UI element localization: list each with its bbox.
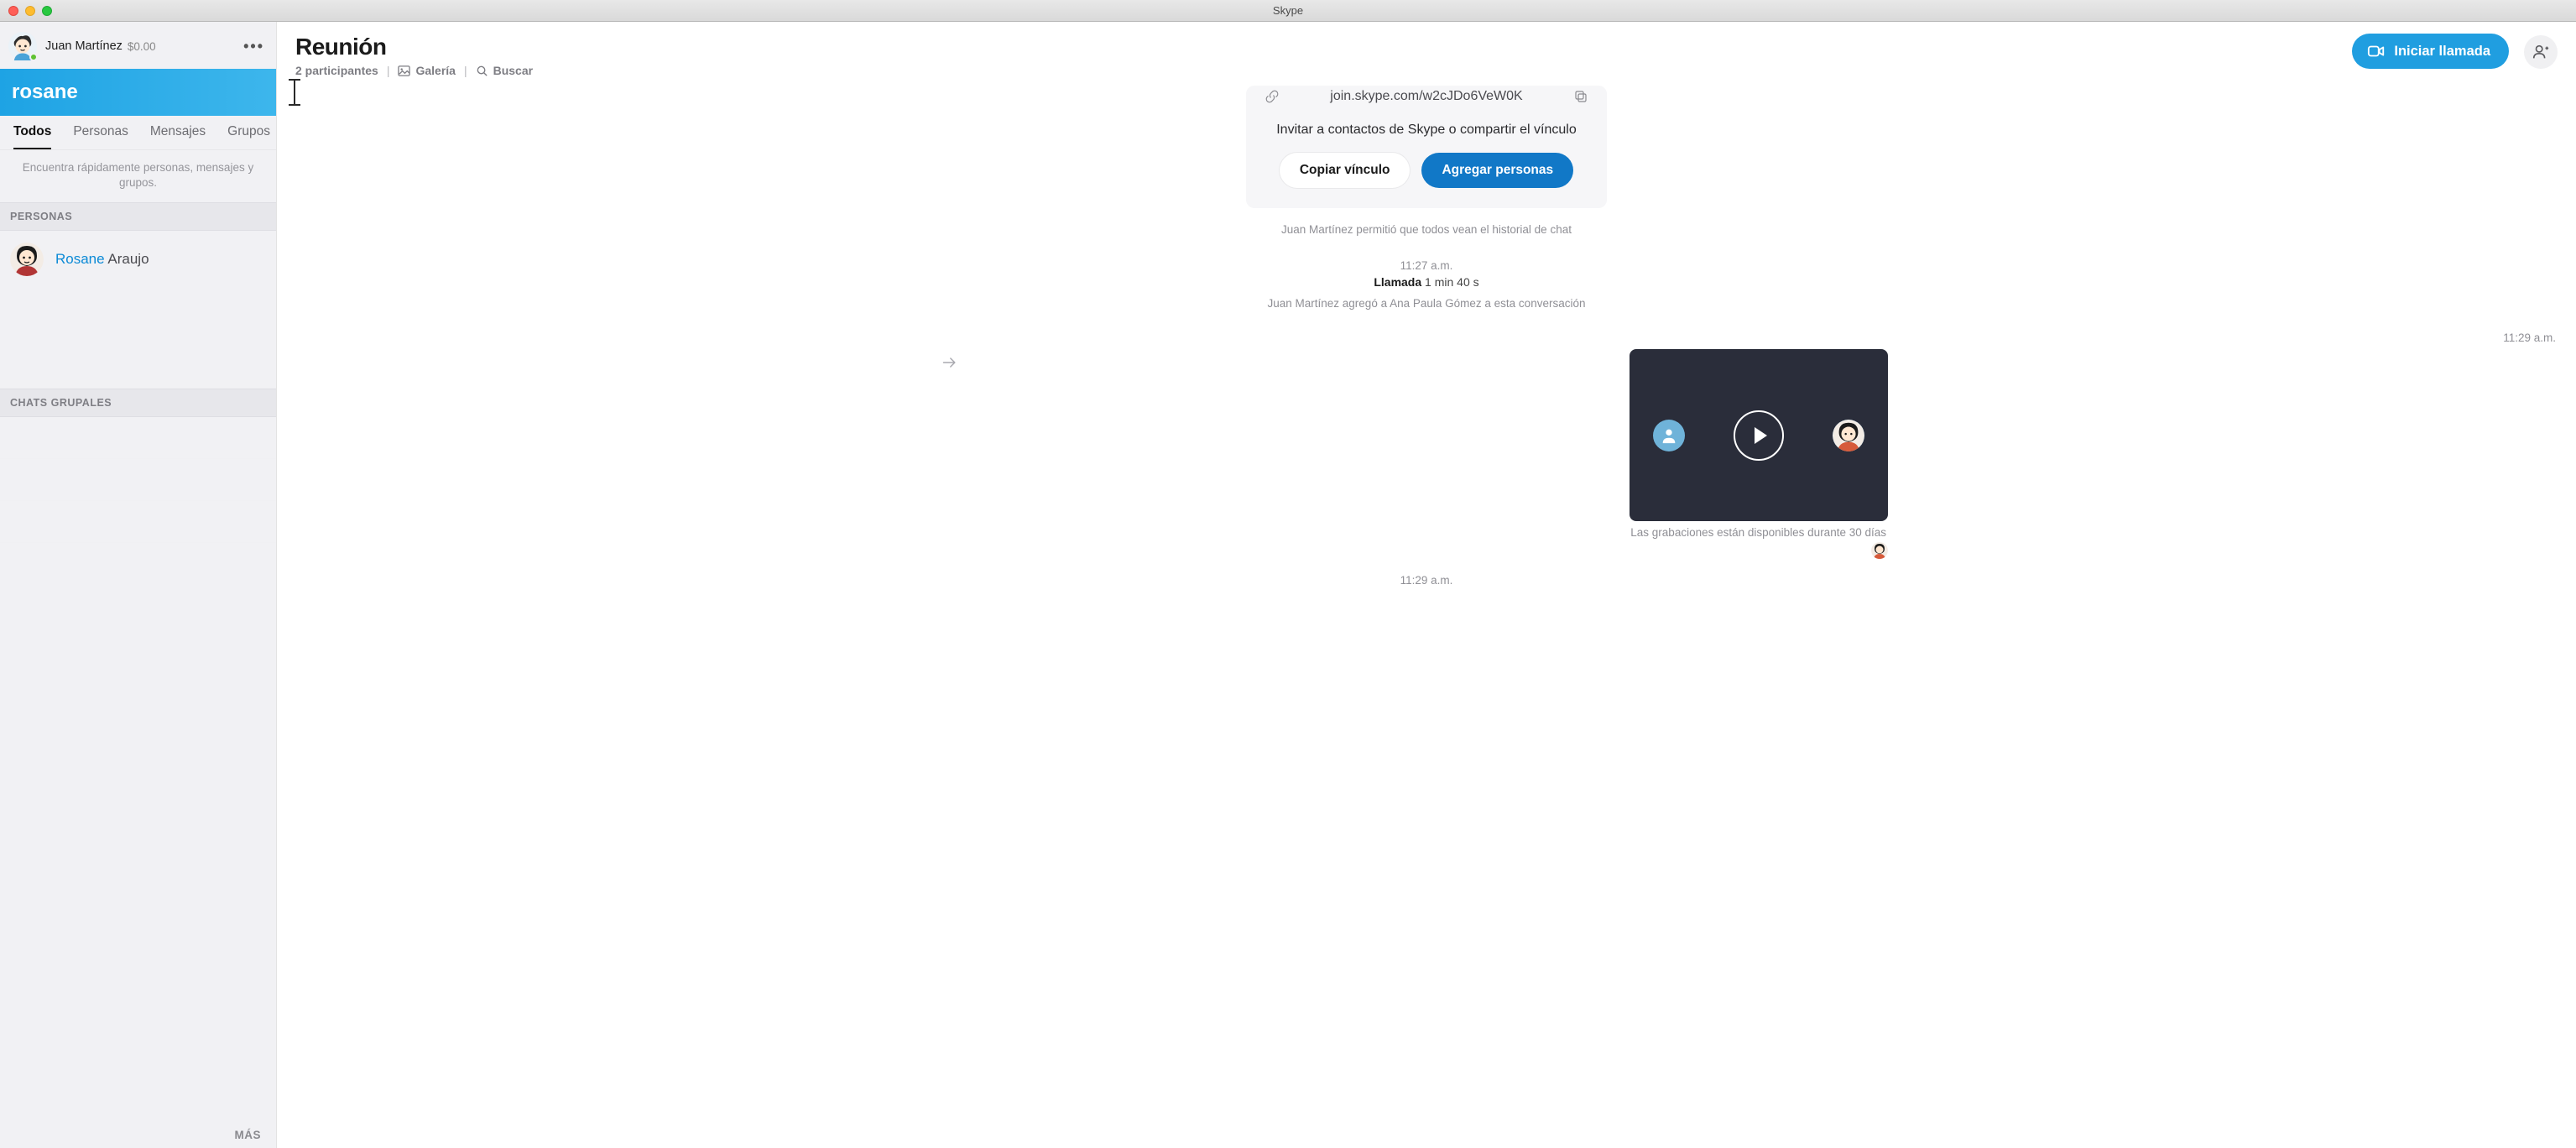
timestamp: 11:27 a.m.	[1400, 259, 1453, 272]
list-item[interactable]	[0, 459, 276, 501]
more-results-button[interactable]: MÁS	[0, 1120, 276, 1148]
my-avatar	[8, 32, 37, 60]
search-hint: Encuentra rápidamente personas, mensajes…	[0, 150, 276, 202]
participant-avatar	[1833, 420, 1864, 451]
gallery-icon	[398, 65, 410, 77]
window-zoom-button[interactable]	[42, 6, 52, 16]
gallery-button[interactable]: Galería	[398, 64, 455, 77]
search-icon	[476, 65, 488, 77]
section-header-groups: CHATS GRUPALES	[0, 389, 276, 417]
search-bar: ✕	[0, 69, 276, 116]
window-minimize-button[interactable]	[25, 6, 35, 16]
tab-groups[interactable]: Grupos	[227, 124, 270, 149]
profile-balance: $0.00	[128, 40, 156, 53]
window-title: Skype	[0, 4, 2576, 17]
tab-messages[interactable]: Mensajes	[150, 124, 206, 149]
meeting-link[interactable]: join.skype.com/w2cJDo6VeW0K	[1280, 89, 1573, 104]
search-tabs: Todos Personas Mensajes Grupos	[0, 116, 276, 150]
timestamp: 11:29 a.m.	[295, 331, 2558, 344]
sidebar: Juan Martínez $0.00 ••• ✕ Todos Personas…	[0, 22, 277, 1148]
chat-header: Reunión 2 participantes | Galería |	[277, 22, 2576, 86]
participants-button[interactable]: 2 participantes	[295, 64, 378, 77]
call-entry: Llamada 1 min 40 s	[1374, 275, 1478, 289]
clear-search-button[interactable]: ✕	[285, 78, 310, 107]
group-results-list	[0, 417, 276, 1120]
chat-body[interactable]: join.skype.com/w2cJDo6VeW0K Invitar a co…	[277, 86, 2576, 1148]
forward-icon[interactable]	[941, 354, 958, 371]
presence-indicator	[29, 53, 38, 61]
add-person-icon	[2532, 43, 2550, 61]
window-titlebar: Skype	[0, 0, 2576, 22]
list-item[interactable]	[0, 417, 276, 459]
system-message: Juan Martínez permitió que todos vean el…	[1281, 223, 1572, 236]
search-result-person[interactable]: Rosane Araujo	[0, 231, 276, 288]
more-menu-button[interactable]: •••	[243, 38, 264, 55]
profile-row[interactable]: Juan Martínez $0.00 •••	[0, 22, 276, 69]
chat-panel: Reunión 2 participantes | Galería |	[277, 22, 2576, 1148]
link-icon	[1265, 89, 1280, 104]
result-avatar	[10, 243, 44, 276]
recording-note: Las grabaciones están disponibles durant…	[965, 526, 1888, 539]
read-receipt-avatar	[1871, 542, 1888, 559]
section-header-people: PERSONAS	[0, 202, 276, 231]
tab-people[interactable]: Personas	[73, 124, 128, 149]
search-input[interactable]	[12, 81, 287, 104]
video-call-icon	[2367, 42, 2386, 60]
result-name: Rosane Araujo	[55, 251, 149, 268]
timestamp: 11:29 a.m.	[1400, 574, 1453, 587]
play-button[interactable]	[1734, 410, 1784, 461]
participant-avatar-icon	[1653, 420, 1685, 451]
list-item[interactable]	[0, 501, 276, 543]
window-controls	[0, 6, 52, 16]
window-close-button[interactable]	[8, 6, 18, 16]
chat-title: Reunión	[295, 34, 2337, 60]
start-call-button[interactable]: Iniciar llamada	[2352, 34, 2509, 69]
add-participant-button[interactable]	[2524, 35, 2558, 69]
system-message: Juan Martínez agregó a Ana Paula Gómez a…	[1268, 297, 1586, 310]
copy-link-text-button[interactable]: Copiar vínculo	[1280, 153, 1411, 188]
tab-all[interactable]: Todos	[13, 124, 51, 149]
search-in-chat-button[interactable]: Buscar	[476, 64, 533, 77]
invite-text: Invitar a contactos de Skype o compartir…	[1276, 123, 1577, 138]
call-recording-thumbnail[interactable]	[1630, 349, 1888, 521]
copy-link-button[interactable]	[1573, 89, 1588, 104]
profile-name: Juan Martínez	[45, 39, 123, 53]
play-icon	[1755, 427, 1767, 444]
add-people-button[interactable]: Agregar personas	[1421, 153, 1573, 188]
invite-card: join.skype.com/w2cJDo6VeW0K Invitar a co…	[1246, 86, 1607, 208]
